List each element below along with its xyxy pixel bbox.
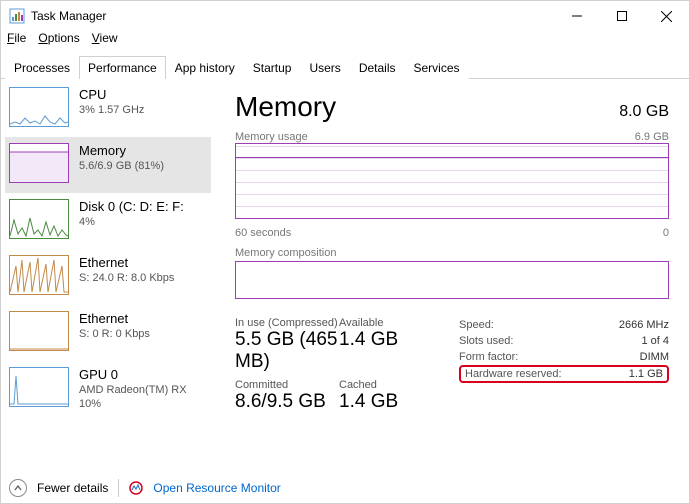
form-factor-label: Form factor: [459, 351, 640, 363]
ethernet-sparkline [9, 255, 69, 295]
hw-reserved-label: Hardware reserved: [465, 368, 629, 380]
footer-divider [118, 479, 119, 497]
sidebar-item-disk0[interactable]: Disk 0 (C: D: E: F: 4% [5, 193, 211, 249]
sidebar-item-ethernet-1[interactable]: Ethernet S: 0 R: 0 Kbps [5, 305, 211, 361]
memory-sparkline [9, 143, 69, 183]
sidebar-sub: S: 24.0 R: 8.0 Kbps [79, 272, 174, 284]
available-label: Available [339, 317, 443, 329]
cached-label: Cached [339, 379, 443, 391]
available-value: 1.4 GB [339, 329, 443, 351]
sidebar-item-gpu0[interactable]: GPU 0 AMD Radeon(TM) RX 10% [5, 361, 211, 417]
content-area: CPU 3% 1.57 GHz Memory 5.6/6.9 GB (81%) … [1, 79, 689, 473]
stats-right: Speed: 2666 MHz Slots used: 1 of 4 Form … [459, 317, 669, 419]
gpu-sparkline [9, 367, 69, 407]
sidebar-sub: 3% 1.57 GHz [79, 104, 144, 116]
titlebar: Task Manager [1, 1, 689, 31]
close-button[interactable] [644, 1, 689, 31]
window-controls [554, 1, 689, 31]
chevron-up-icon[interactable] [9, 479, 27, 497]
stats-area: In use (Compressed) 5.5 GB (465 MB) Avai… [235, 317, 669, 419]
form-factor-value: DIMM [640, 351, 669, 363]
sidebar-item-cpu[interactable]: CPU 3% 1.57 GHz [5, 81, 211, 137]
menu-options[interactable]: Options [38, 31, 79, 51]
footer: Fewer details Open Resource Monitor [1, 473, 689, 503]
sidebar-title: Disk 0 (C: D: E: F: [79, 199, 184, 214]
sidebar: CPU 3% 1.57 GHz Memory 5.6/6.9 GB (81%) … [1, 79, 211, 473]
usage-chart-label: Memory usage 6.9 GB [235, 131, 669, 143]
sidebar-sub: 5.6/6.9 GB (81%) [79, 160, 164, 172]
time-left: 60 seconds [235, 227, 291, 239]
sidebar-info: Ethernet S: 0 R: 0 Kbps [79, 311, 150, 340]
tab-processes[interactable]: Processes [5, 56, 79, 79]
cpu-sparkline [9, 87, 69, 127]
sidebar-info: CPU 3% 1.57 GHz [79, 87, 144, 116]
stats-left: In use (Compressed) 5.5 GB (465 MB) Avai… [235, 317, 443, 419]
app-icon [9, 8, 25, 24]
sidebar-sub2: 10% [79, 398, 187, 410]
usage-max: 6.9 GB [635, 131, 669, 143]
menu-view[interactable]: View [92, 31, 118, 51]
total-memory: 8.0 GB [619, 103, 669, 121]
hw-reserved-value: 1.1 GB [629, 368, 663, 380]
usage-label: Memory usage [235, 131, 308, 143]
tab-users[interactable]: Users [300, 56, 349, 79]
cached-value: 1.4 GB [339, 391, 443, 413]
committed-label: Committed [235, 379, 339, 391]
sidebar-title: GPU 0 [79, 367, 187, 382]
disk-sparkline [9, 199, 69, 239]
tab-startup[interactable]: Startup [244, 56, 301, 79]
sidebar-title: CPU [79, 87, 144, 102]
main-panel: Memory 8.0 GB Memory usage 6.9 GB 60 sec… [211, 79, 689, 473]
tab-performance[interactable]: Performance [79, 56, 166, 79]
committed-value: 8.6/9.5 GB [235, 391, 339, 413]
ethernet-sparkline [9, 311, 69, 351]
hardware-reserved-highlight: Hardware reserved: 1.1 GB [459, 365, 669, 383]
composition-label: Memory composition [235, 247, 336, 259]
sidebar-info: Ethernet S: 24.0 R: 8.0 Kbps [79, 255, 174, 284]
fewer-details-link[interactable]: Fewer details [37, 481, 108, 495]
in-use-label: In use (Compressed) [235, 317, 339, 329]
composition-label-row: Memory composition [235, 247, 669, 259]
time-right: 0 [663, 227, 669, 239]
tab-bar: Processes Performance App history Startu… [1, 55, 689, 79]
memory-composition-chart [235, 261, 669, 299]
sidebar-item-memory[interactable]: Memory 5.6/6.9 GB (81%) [5, 137, 211, 193]
page-title: Memory [235, 91, 336, 123]
maximize-button[interactable] [599, 1, 644, 31]
sidebar-title: Memory [79, 143, 164, 158]
tab-app-history[interactable]: App history [166, 56, 244, 79]
sidebar-sub: 4% [79, 216, 184, 228]
menubar: File Options View [1, 31, 689, 51]
open-resource-monitor-link[interactable]: Open Resource Monitor [153, 481, 280, 495]
sidebar-item-ethernet-0[interactable]: Ethernet S: 24.0 R: 8.0 Kbps [5, 249, 211, 305]
sidebar-info: Memory 5.6/6.9 GB (81%) [79, 143, 164, 172]
time-axis: 60 seconds 0 [235, 227, 669, 239]
speed-label: Speed: [459, 319, 619, 331]
sidebar-sub: AMD Radeon(TM) RX [79, 384, 187, 396]
resource-monitor-icon [129, 481, 143, 495]
sidebar-info: GPU 0 AMD Radeon(TM) RX 10% [79, 367, 187, 410]
slots-value: 1 of 4 [641, 335, 669, 347]
speed-value: 2666 MHz [619, 319, 669, 331]
slots-label: Slots used: [459, 335, 641, 347]
tab-details[interactable]: Details [350, 56, 405, 79]
menu-file[interactable]: File [7, 31, 26, 51]
sidebar-info: Disk 0 (C: D: E: F: 4% [79, 199, 184, 228]
sidebar-title: Ethernet [79, 255, 174, 270]
memory-usage-chart [235, 143, 669, 219]
in-use-value: 5.5 GB (465 MB) [235, 329, 339, 373]
sidebar-title: Ethernet [79, 311, 150, 326]
main-header: Memory 8.0 GB [235, 91, 669, 123]
tab-services[interactable]: Services [405, 56, 469, 79]
minimize-button[interactable] [554, 1, 599, 31]
sidebar-sub: S: 0 R: 0 Kbps [79, 328, 150, 340]
window-title: Task Manager [31, 9, 554, 23]
